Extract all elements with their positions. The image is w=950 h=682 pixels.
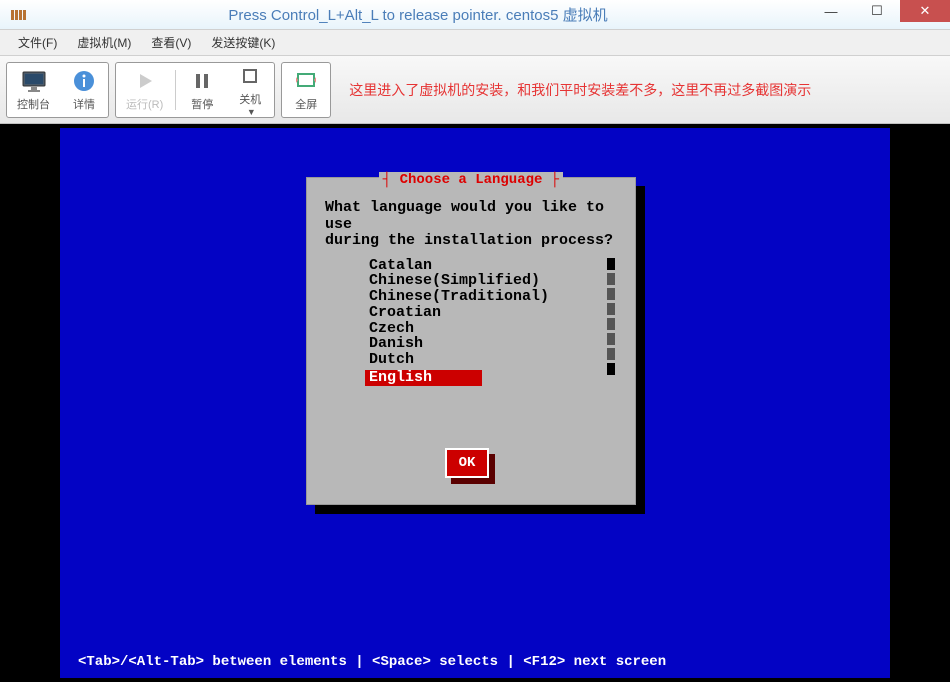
shutdown-label: 关机 <box>239 91 261 107</box>
fullscreen-label: 全屏 <box>295 96 317 112</box>
list-item[interactable]: Chinese(Simplified) <box>365 273 595 289</box>
list-item[interactable]: Chinese(Traditional) <box>365 289 595 305</box>
menu-view[interactable]: 查看(V) <box>141 32 201 53</box>
prompt-line-2: during the installation process? <box>325 233 617 250</box>
dialog-title: ┤ Choose a Language ├ <box>379 172 563 188</box>
info-icon <box>71 68 97 94</box>
list-item[interactable]: Catalan <box>365 258 595 274</box>
window-titlebar: Press Control_L+Alt_L to release pointer… <box>0 0 950 30</box>
menu-file[interactable]: 文件(F) <box>8 32 67 53</box>
app-icon <box>10 8 28 22</box>
toolbar-divider <box>175 70 176 110</box>
menu-vm[interactable]: 虚拟机(M) <box>67 32 141 53</box>
chevron-down-icon: ▼ <box>247 107 256 117</box>
list-item[interactable]: Dutch <box>365 352 595 368</box>
menu-sendkey[interactable]: 发送按键(K) <box>201 32 285 53</box>
menubar: 文件(F) 虚拟机(M) 查看(V) 发送按键(K) <box>0 30 950 56</box>
fullscreen-icon <box>293 68 319 94</box>
keyboard-hints: <Tab>/<Alt-Tab> between elements | <Spac… <box>78 654 872 670</box>
list-item[interactable]: Croatian <box>365 305 595 321</box>
monitor-icon <box>21 68 47 94</box>
pause-icon <box>189 68 215 94</box>
stop-icon <box>237 63 263 89</box>
shutdown-button[interactable]: 关机 ▼ <box>226 59 274 121</box>
prompt-line-1: What language would you like to use <box>325 200 617 233</box>
dialog-prompt: What language would you like to use duri… <box>307 188 635 258</box>
console-button[interactable]: 控制台 <box>7 64 60 116</box>
pause-label: 暂停 <box>191 96 213 112</box>
console-label: 控制台 <box>17 96 50 112</box>
scrollbar[interactable] <box>607 258 617 384</box>
vm-display[interactable]: ┤ Choose a Language ├ What language woul… <box>0 124 950 682</box>
run-button[interactable]: 运行(R) <box>116 64 173 116</box>
window-title: Press Control_L+Alt_L to release pointer… <box>28 4 808 25</box>
pause-button[interactable]: 暂停 <box>178 64 226 116</box>
minimize-button[interactable]: — <box>808 0 854 22</box>
play-icon <box>132 68 158 94</box>
toolbar: 控制台 详情 运行(R) 暂停 关机 ▼ <box>0 56 950 124</box>
language-list[interactable]: Catalan Chinese(Simplified) Chinese(Trad… <box>365 258 595 386</box>
close-button[interactable]: ✕ <box>900 0 950 22</box>
maximize-button[interactable]: ☐ <box>854 0 900 22</box>
list-item[interactable]: Czech <box>365 321 595 337</box>
list-item[interactable]: Danish <box>365 336 595 352</box>
details-button[interactable]: 详情 <box>60 64 108 116</box>
annotation-text: 这里进入了虚拟机的安装，和我们平时安装差不多，这里不再过多截图演示 <box>349 80 944 100</box>
list-item-selected[interactable]: English <box>365 370 482 386</box>
window-controls: — ☐ ✕ <box>808 0 950 29</box>
run-label: 运行(R) <box>126 96 163 112</box>
details-label: 详情 <box>73 96 95 112</box>
ok-button[interactable]: OK <box>445 448 489 478</box>
language-dialog: ┤ Choose a Language ├ What language woul… <box>306 177 636 505</box>
vm-bluescreen: ┤ Choose a Language ├ What language woul… <box>60 128 890 678</box>
fullscreen-button[interactable]: 全屏 <box>282 64 330 116</box>
